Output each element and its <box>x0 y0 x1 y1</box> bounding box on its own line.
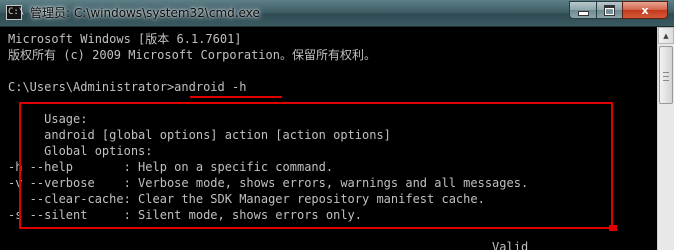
cmd-window: C:\ 管理员: C:\windows\system32\cmd.exe x M… <box>0 0 674 250</box>
minimize-icon <box>577 10 589 16</box>
console-output[interactable]: Microsoft Windows [版本 6.1.7601] 版权所有 (c)… <box>0 27 657 250</box>
command-underline-annotation <box>190 96 282 98</box>
console-line: Valid <box>8 240 529 250</box>
thumb-grip-icon <box>663 72 669 81</box>
maximize-icon <box>604 4 615 16</box>
close-icon: x <box>641 3 649 17</box>
window-title: 管理员: C:\windows\system32\cmd.exe <box>30 6 260 20</box>
console-line-prompt: C:\Users\Administrator>android -h <box>8 80 247 94</box>
scroll-up-button[interactable]: ▲ <box>658 27 674 44</box>
help-output-highlight-box <box>19 102 613 229</box>
highlight-box-corner-mark <box>609 225 617 231</box>
cmd-icon[interactable]: C:\ <box>6 5 25 20</box>
cmd-icon-glyph: C:\ <box>8 7 25 17</box>
close-button[interactable]: x <box>622 1 668 19</box>
console-line: Microsoft Windows [版本 6.1.7601] <box>8 32 242 46</box>
scroll-thumb[interactable] <box>659 46 673 104</box>
maximize-button[interactable] <box>596 1 622 19</box>
scroll-up-arrow-icon: ▲ <box>663 31 669 40</box>
minimize-button[interactable] <box>569 1 596 19</box>
title-bar[interactable]: C:\ 管理员: C:\windows\system32\cmd.exe x <box>0 0 674 27</box>
console-line: 版权所有 (c) 2009 Microsoft Corporation。保留所有… <box>8 48 376 62</box>
vertical-scrollbar[interactable]: ▲ <box>657 27 674 250</box>
caption-buttons: x <box>569 1 668 20</box>
